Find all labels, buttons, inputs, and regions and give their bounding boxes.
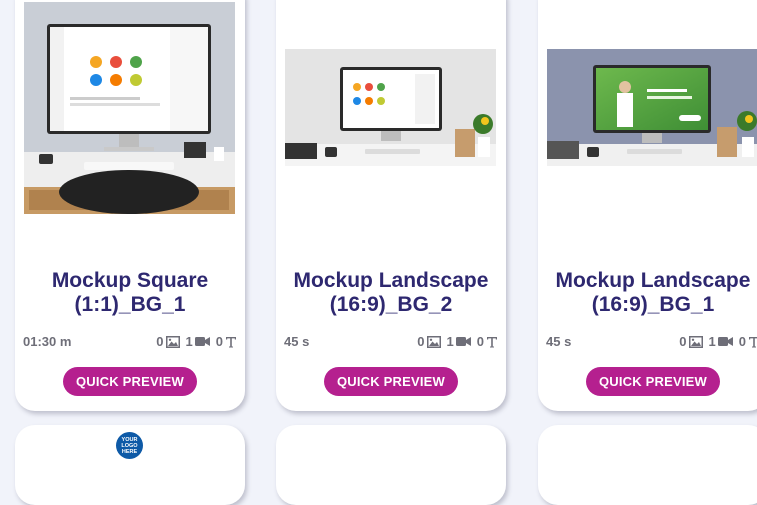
- video-count: 1: [447, 334, 471, 349]
- template-meta: 45 s 0 1 0: [546, 333, 757, 351]
- asset-counts: 0 1 0: [417, 334, 498, 349]
- quick-preview-button[interactable]: QUICK PREVIEW: [324, 367, 458, 396]
- template-title: Mockup Landscape (16:9)_BG_1: [555, 269, 751, 316]
- asset-counts: 0 1 0: [679, 334, 757, 349]
- video-icon: [194, 337, 210, 346]
- asset-counts: 0 1 0: [156, 334, 237, 349]
- thumbnail-image: [24, 2, 235, 214]
- text-count: 0: [477, 334, 498, 349]
- image-count: 0: [417, 334, 441, 349]
- text-icon: [487, 336, 497, 347]
- template-card-6[interactable]: [538, 425, 757, 505]
- text-count: 0: [739, 334, 757, 349]
- template-title: Mockup Square (1:1)_BG_1: [51, 269, 209, 316]
- template-card-3[interactable]: Mockup Landscape (16:9)_BG_1 45 s 0 1 0 …: [538, 0, 757, 411]
- template-title: Mockup Landscape (16:9)_BG_2: [293, 269, 489, 316]
- image-icon: [688, 335, 703, 348]
- template-meta: 01:30 m 0 1 0: [23, 333, 237, 351]
- video-count: 1: [186, 334, 210, 349]
- logo-placeholder-badge: YOUR LOGO HERE: [116, 432, 143, 459]
- text-icon: [226, 336, 236, 347]
- image-icon: [165, 335, 180, 348]
- thumbnail-image: [285, 49, 496, 166]
- thumbnail-image: [547, 49, 757, 166]
- template-card-2[interactable]: Mockup Landscape (16:9)_BG_2 45 s 0 1 0 …: [276, 0, 506, 411]
- text-icon: [749, 336, 757, 347]
- quick-preview-button[interactable]: QUICK PREVIEW: [63, 367, 197, 396]
- duration-label: 01:30 m: [23, 334, 72, 349]
- duration-label: 45 s: [284, 334, 310, 349]
- template-card-5[interactable]: [276, 425, 506, 505]
- quick-preview-button[interactable]: QUICK PREVIEW: [586, 367, 720, 396]
- text-count: 0: [216, 334, 237, 349]
- video-icon: [717, 337, 733, 346]
- image-icon: [426, 335, 441, 348]
- template-card-1[interactable]: Mockup Square (1:1)_BG_1 01:30 m 0 1 0 Q…: [15, 0, 245, 411]
- image-count: 0: [156, 334, 180, 349]
- video-count: 1: [709, 334, 733, 349]
- image-count: 0: [679, 334, 703, 349]
- video-icon: [455, 337, 471, 346]
- duration-label: 45 s: [546, 334, 572, 349]
- template-card-4[interactable]: YOUR LOGO HERE: [15, 425, 245, 505]
- template-meta: 45 s 0 1 0: [284, 333, 498, 351]
